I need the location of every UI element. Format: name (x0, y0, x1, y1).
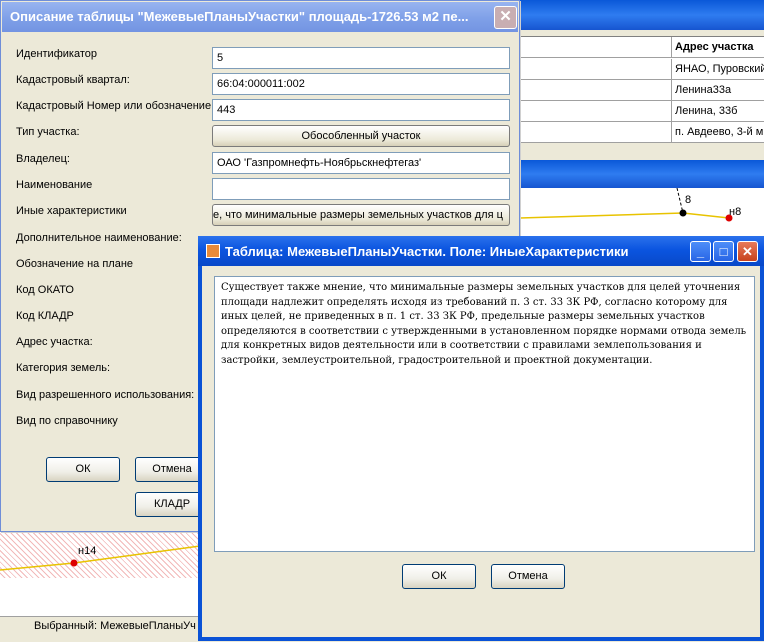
dialog-body: Существует также мнение, что минимальные… (202, 266, 760, 637)
name-field[interactable] (212, 178, 510, 200)
background-grid: Адрес участка ЯНАО, Пуровский Ленина33а … (516, 36, 764, 143)
cadastral-quarter-field[interactable]: 66:04:000011:002 (212, 73, 510, 95)
minimize-icon[interactable]: _ (690, 241, 711, 262)
field-label-id: Идентификатор (16, 48, 97, 60)
parcel-type-button[interactable]: Обособленный участок (212, 125, 510, 147)
field-label-cadastral-number: Кадастровый Номер или обозначение (16, 100, 212, 112)
table-row[interactable]: Ленина, 33б (516, 101, 764, 122)
dialog-titlebar[interactable]: Описание таблицы "МежевыеПланыУчастки" п… (2, 2, 518, 32)
field-label-additional-name: Дополнительное наименование: (16, 232, 182, 244)
field-label-address: Адрес участка: (16, 336, 93, 348)
field-label-cadastral-quarter: Кадастровый квартал: (16, 74, 130, 86)
memo-textarea[interactable]: Существует также мнение, что минимальные… (214, 276, 755, 552)
close-icon[interactable]: ✕ (737, 241, 758, 262)
ok-button[interactable]: ОК (46, 457, 120, 482)
parcel-boundary-line (0, 545, 201, 571)
map-label: н8 (729, 206, 742, 218)
field-label-kladr: Код КЛАДР (16, 310, 74, 322)
grid-header-address[interactable]: Адрес участка (671, 37, 764, 57)
grid-cell-address: Ленина33а (671, 80, 764, 100)
cancel-button[interactable]: Отмена (491, 564, 565, 589)
field-label-land-category: Категория земель: (16, 362, 111, 374)
field-label-reference-type: Вид по справочнику (16, 415, 118, 427)
dialog-titlebar[interactable]: Таблица: МежевыеПланыУчастки. Поле: Иные… (198, 236, 764, 266)
grid-header-row: Адрес участка (516, 37, 764, 58)
field-label-okato: Код ОКАТО (16, 284, 74, 296)
id-field[interactable]: 5 (212, 47, 510, 69)
maximize-icon[interactable]: □ (713, 241, 734, 262)
dialog-title: Таблица: МежевыеПланыУчастки. Поле: Иные… (225, 244, 629, 259)
map-label: н14 (78, 545, 97, 557)
map-point-8 (679, 209, 687, 217)
grid-cell (516, 37, 669, 57)
cadastral-number-field[interactable]: 443 (212, 99, 510, 121)
window-icon (206, 244, 220, 258)
field-label-plan-designation: Обозначение на плане (16, 258, 134, 270)
grid-cell-address: п. Авдеево, 3-й м (671, 122, 764, 142)
table-row[interactable]: Ленина33а (516, 80, 764, 101)
field-label-name: Наименование (16, 179, 93, 191)
status-text: Выбранный: МежевыеПланыУч (34, 620, 196, 632)
table-row[interactable]: п. Авдеево, 3-й м (516, 122, 764, 143)
grid-cell-address: Ленина, 33б (671, 101, 764, 121)
dashed-line (676, 188, 684, 214)
close-icon[interactable]: ✕ (494, 6, 517, 29)
map-titlebar (516, 160, 764, 188)
map-point-n14 (70, 559, 78, 567)
field-label-permitted-use: Вид разрешенного использования: (16, 389, 195, 401)
grid-cell-address: ЯНАО, Пуровский (671, 59, 764, 79)
memo-field-dialog: Таблица: МежевыеПланыУчастки. Поле: Иные… (198, 236, 764, 641)
table-row[interactable]: ЯНАО, Пуровский (516, 59, 764, 80)
field-label-owner: Владелец: (16, 153, 70, 165)
background-titlebar (516, 0, 764, 30)
dialog-title: Описание таблицы "МежевыеПланыУчастки" п… (10, 9, 469, 24)
parcel-boundary-line (519, 212, 730, 219)
other-characteristics-button[interactable]: е, что минимальные размеры земельных уча… (212, 204, 510, 226)
map-label: 8 (685, 194, 692, 206)
owner-field[interactable]: ОАО 'Газпромнефть-Ноябрьскнефтегаз' (212, 152, 510, 174)
ok-button[interactable]: ОК (402, 564, 476, 589)
field-label-other-characteristics: Иные характеристики (16, 205, 127, 217)
field-label-parcel-type: Тип участка: (16, 126, 80, 138)
